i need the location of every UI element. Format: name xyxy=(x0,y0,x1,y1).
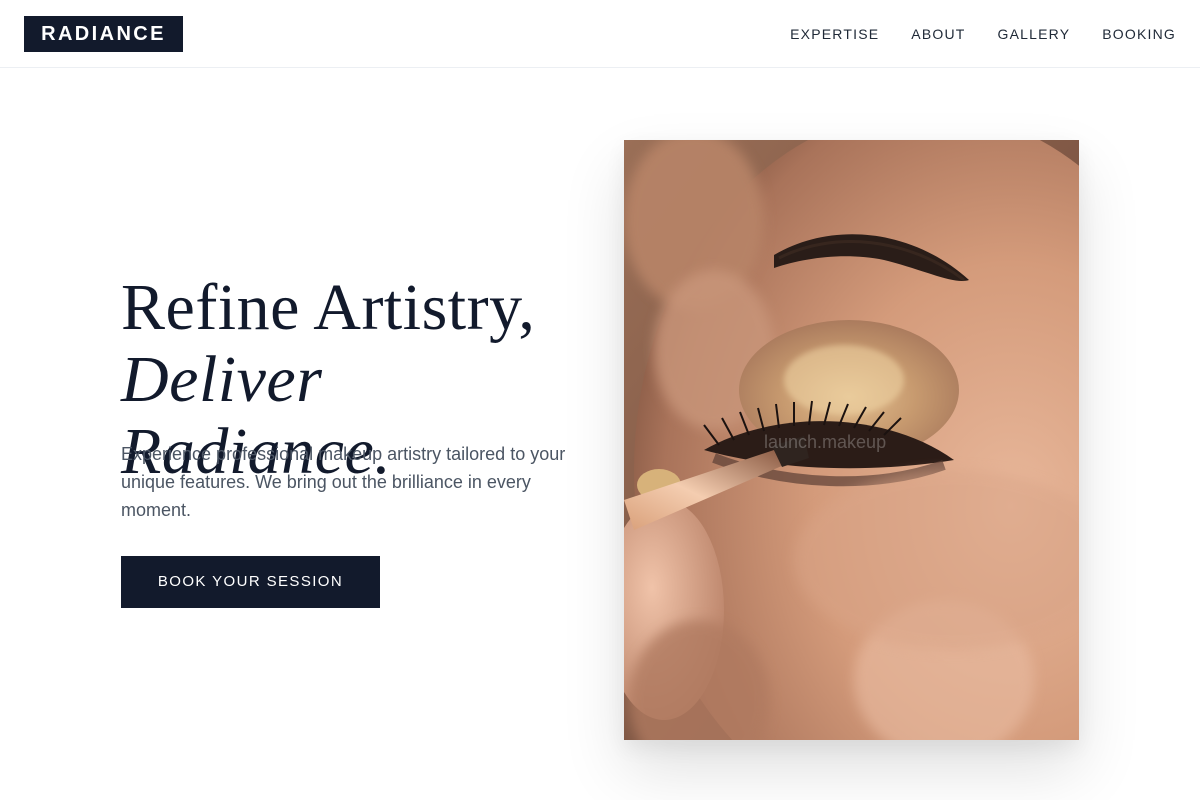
nav-link-gallery[interactable]: GALLERY xyxy=(998,24,1071,44)
logo[interactable]: RADIANCE xyxy=(24,16,183,52)
book-session-button[interactable]: BOOK YOUR SESSION xyxy=(121,556,380,608)
nav-link-expertise[interactable]: EXPERTISE xyxy=(790,24,879,44)
eye-makeup-illustration: launch.makeup xyxy=(624,140,1079,740)
hero-headline-line1: Refine Artistry, xyxy=(121,271,536,344)
nav-link-about[interactable]: ABOUT xyxy=(911,24,965,44)
hero-makeup-image: launch.makeup xyxy=(624,140,1079,740)
site-header: RADIANCE EXPERTISE ABOUT GALLERY BOOKING xyxy=(0,0,1200,68)
hero-description: Experience professional makeup artistry … xyxy=(121,444,566,520)
main-nav: EXPERTISE ABOUT GALLERY BOOKING xyxy=(790,24,1176,44)
image-watermark: launch.makeup xyxy=(764,432,886,452)
nav-link-booking[interactable]: BOOKING xyxy=(1102,24,1176,44)
